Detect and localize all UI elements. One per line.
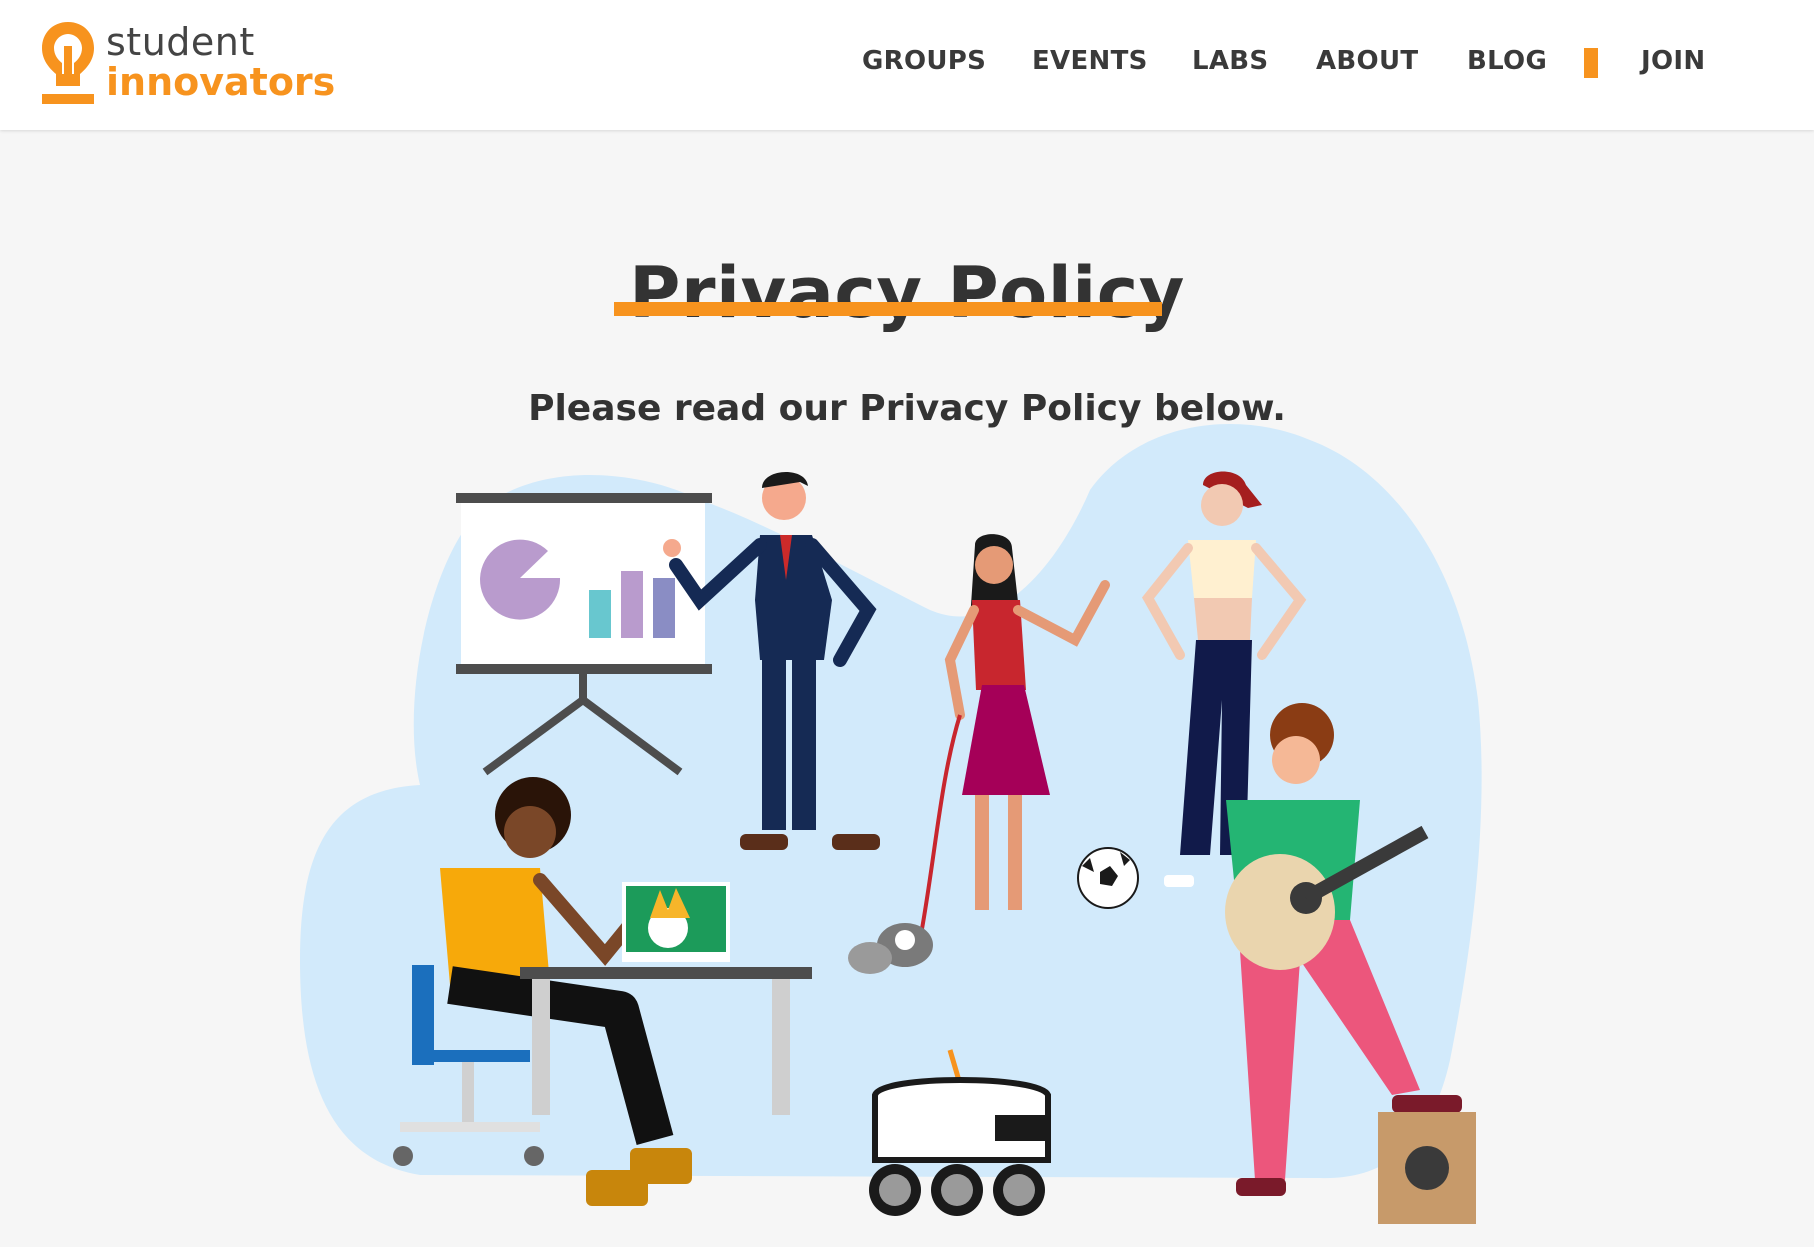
soccer-ball-icon [1077,847,1139,909]
nav-divider [1584,48,1598,78]
nav-groups[interactable]: GROUPS [862,46,986,76]
hero-illustration [300,424,1482,1224]
nav-join[interactable]: JOIN [1641,46,1705,76]
site-header: student innovators GROUPS EVENTS LABS AB… [0,0,1814,130]
nav-about[interactable]: ABOUT [1316,46,1418,76]
page-title: Privacy Policy [629,251,1185,334]
nav-blog[interactable]: BLOG [1467,46,1547,76]
nav-labs[interactable]: LABS [1192,46,1268,76]
main-nav: GROUPS EVENTS LABS ABOUT BLOG JOIN [0,0,1814,130]
nav-events[interactable]: EVENTS [1032,46,1148,76]
title-underline [614,302,1162,316]
speaker-icon [1378,1112,1476,1224]
